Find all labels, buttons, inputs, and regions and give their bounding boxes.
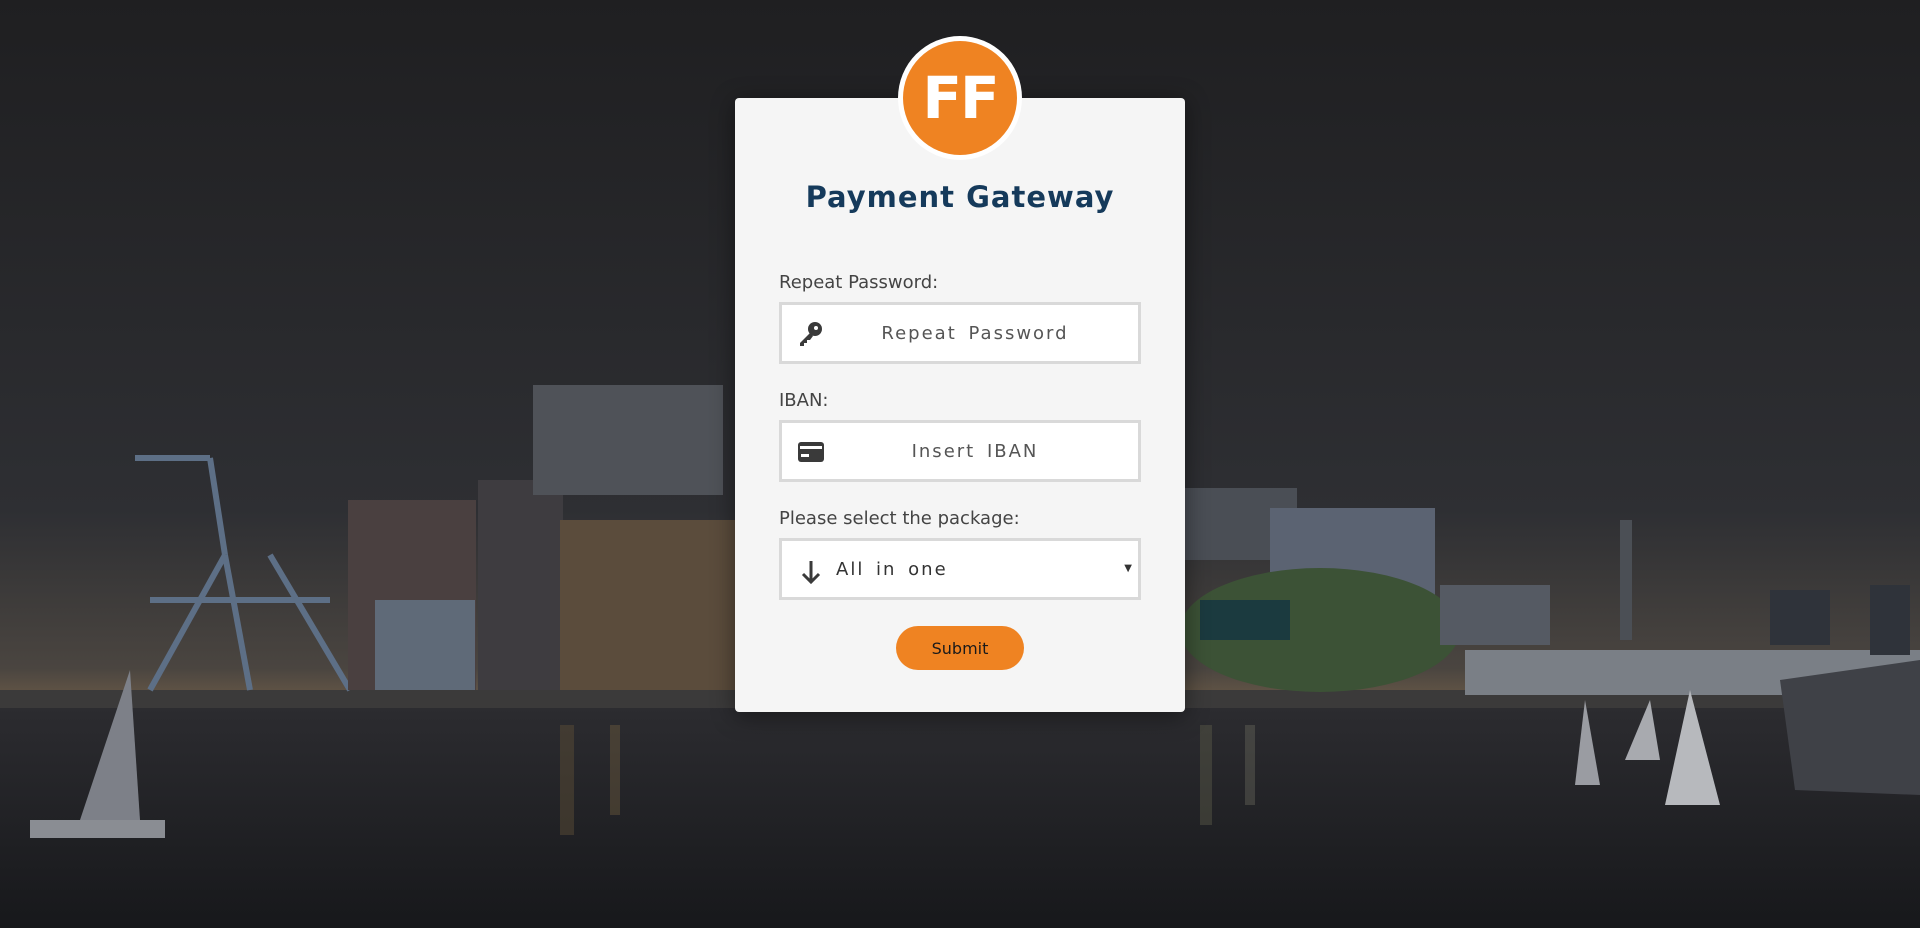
chevron-down-icon: ▼: [1124, 563, 1132, 574]
page-title: Payment Gateway: [805, 180, 1115, 214]
brand-logo: FF: [898, 36, 1022, 160]
iban-field[interactable]: Insert IBAN: [779, 420, 1141, 482]
brand-logo-text: FF: [903, 41, 1017, 155]
package-label: Please select the package:: [779, 508, 1020, 529]
iban-placeholder: Insert IBAN: [911, 440, 1039, 462]
repeat-password-label: Repeat Password:: [779, 272, 939, 293]
repeat-password-field[interactable]: Repeat Password: [779, 302, 1141, 364]
submit-button[interactable]: Submit: [896, 626, 1024, 670]
package-selected-value: All in one: [836, 558, 948, 580]
iban-label: IBAN:: [779, 390, 829, 411]
repeat-password-placeholder: Repeat Password: [881, 322, 1069, 344]
package-select[interactable]: All in one ▼: [779, 538, 1141, 600]
